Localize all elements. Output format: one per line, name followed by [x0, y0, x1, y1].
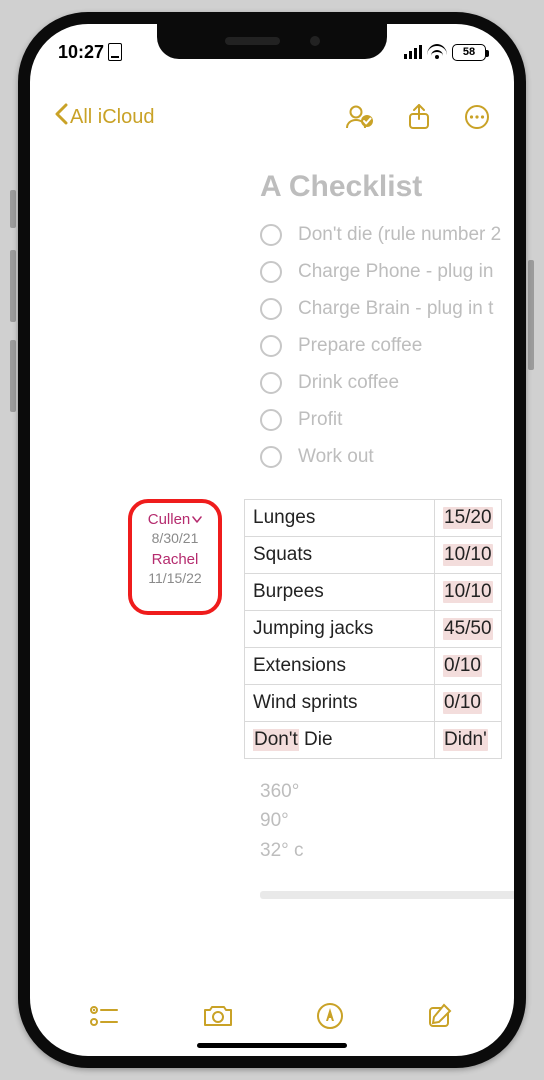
checkbox-icon[interactable]	[260, 298, 282, 320]
table-row[interactable]: Don't Die Didn'	[245, 722, 502, 759]
battery-icon: 58	[452, 44, 486, 61]
contributor[interactable]: Rachel 11/15/22	[138, 551, 212, 587]
back-label: All iCloud	[70, 106, 154, 129]
extra-line: 90°	[260, 806, 510, 835]
table-row[interactable]: Wind sprints 0/10	[245, 685, 502, 722]
exercise-name: Extensions	[245, 648, 435, 685]
checklist-item[interactable]: Work out	[260, 438, 510, 475]
more-icon[interactable]	[464, 104, 490, 130]
contributor-date: 8/30/21	[138, 530, 212, 548]
contributor-date: 11/15/22	[138, 570, 212, 588]
cellular-bars-icon	[404, 45, 422, 59]
checklist-item[interactable]: Charge Brain - plug in t	[260, 290, 510, 327]
table-row[interactable]: Squats 10/10	[245, 537, 502, 574]
exercise-table[interactable]: Lunges 15/20 Squats 10/10 Burpees 10/10 Jum…	[244, 499, 502, 759]
contributor-name: Cullen	[148, 511, 191, 530]
table-row[interactable]: Lunges 15/20	[245, 500, 502, 537]
checkbox-icon[interactable]	[260, 335, 282, 357]
wifi-icon	[428, 43, 446, 61]
exercise-value: 0/10	[443, 692, 482, 714]
notch	[157, 23, 387, 59]
checklist-item[interactable]: Don't die (rule number 2	[260, 216, 510, 253]
checklist-item[interactable]: Profit	[260, 401, 510, 438]
attachment-placeholder[interactable]	[260, 891, 514, 899]
checklist: Don't die (rule number 2 Charge Phone - …	[30, 216, 510, 475]
exercise-value: Didn'	[443, 729, 488, 751]
checklist-item[interactable]: Charge Phone - plug in	[260, 253, 510, 290]
exercise-value: 15/20	[443, 507, 493, 529]
exercise-value: 0/10	[443, 655, 482, 677]
table-row[interactable]: Jumping jacks 45/50	[245, 611, 502, 648]
exercise-name: Squats	[245, 537, 435, 574]
clock: 10:27	[58, 42, 104, 63]
exercise-name: Don't Die	[245, 722, 435, 759]
compose-button[interactable]	[427, 1002, 455, 1035]
checkbox-icon[interactable]	[260, 261, 282, 283]
exercise-value: 45/50	[443, 618, 493, 640]
checkbox-icon[interactable]	[260, 224, 282, 246]
extra-line: 32° c	[260, 836, 510, 865]
checkbox-icon[interactable]	[260, 372, 282, 394]
back-button[interactable]: All iCloud	[54, 103, 154, 131]
collaboration-icon[interactable]	[344, 104, 374, 130]
camera-dot	[310, 36, 320, 46]
nav-bar: All iCloud	[30, 94, 514, 140]
sim-card-icon	[108, 43, 122, 61]
extra-line: 360°	[260, 777, 510, 806]
checkbox-icon[interactable]	[260, 409, 282, 431]
note-title: A Checklist	[260, 170, 510, 204]
home-indicator[interactable]	[197, 1043, 347, 1048]
table-row[interactable]: Burpees 10/10	[245, 574, 502, 611]
contributor[interactable]: Cullen 8/30/21	[138, 511, 212, 547]
contributors-callout: Cullen 8/30/21 Rachel 11/15/22	[128, 499, 222, 615]
exercise-name: Jumping jacks	[245, 611, 435, 648]
speaker	[225, 37, 280, 45]
contributor-name: Rachel	[152, 551, 199, 570]
checklist-item[interactable]: Prepare coffee	[260, 327, 510, 364]
chevron-left-icon	[54, 103, 68, 131]
exercise-name: Wind sprints	[245, 685, 435, 722]
table-row[interactable]: Extensions 0/10	[245, 648, 502, 685]
exercise-name: Lunges	[245, 500, 435, 537]
extra-lines: 360° 90° 32° c	[260, 777, 510, 865]
checkbox-icon[interactable]	[260, 446, 282, 468]
share-icon[interactable]	[408, 103, 430, 131]
exercise-name: Burpees	[245, 574, 435, 611]
camera-button[interactable]	[202, 1003, 234, 1034]
exercise-value: 10/10	[443, 581, 493, 603]
exercise-value: 10/10	[443, 544, 493, 566]
chevron-down-icon	[192, 516, 202, 524]
note-body[interactable]: A Checklist Don't die (rule number 2 Cha…	[30, 144, 514, 986]
checklist-item[interactable]: Drink coffee	[260, 364, 510, 401]
markup-button[interactable]	[316, 1002, 344, 1035]
checklist-button[interactable]	[89, 1004, 119, 1033]
